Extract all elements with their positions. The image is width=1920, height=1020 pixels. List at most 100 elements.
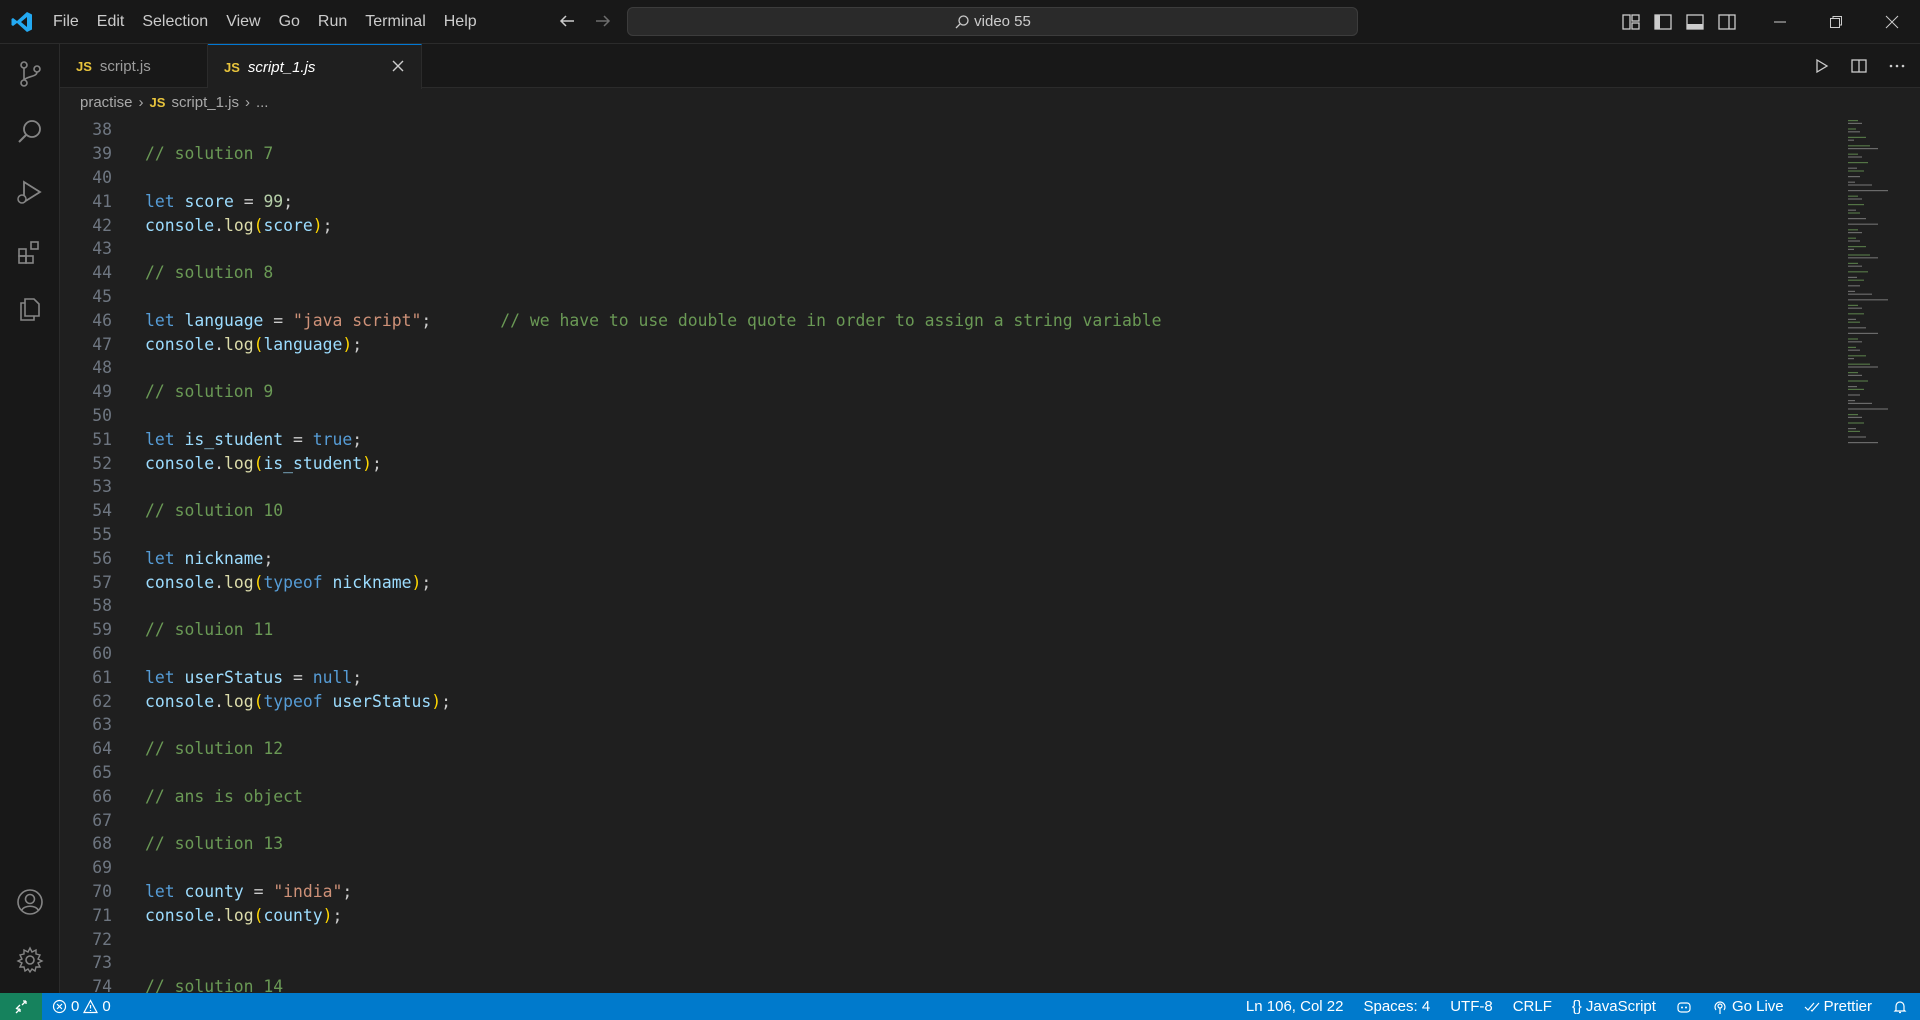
code-line[interactable]: 49 // solution 9 bbox=[60, 380, 273, 404]
code-line[interactable]: 59 // soluion 11 bbox=[60, 618, 273, 642]
code-line[interactable]: 68 // solution 13 bbox=[60, 832, 283, 856]
close-window-icon[interactable] bbox=[1864, 0, 1920, 44]
code-line[interactable]: 70 let county = "india"; bbox=[60, 880, 352, 904]
toggle-primary-sidebar-icon[interactable] bbox=[1652, 11, 1674, 33]
code-line[interactable]: 63 bbox=[60, 713, 112, 737]
minimap-line bbox=[1848, 388, 1864, 390]
line-number: 57 bbox=[92, 572, 112, 592]
minimap-line bbox=[1848, 276, 1857, 278]
code-line[interactable]: 69 bbox=[60, 856, 112, 880]
tab-script-1-js[interactable]: JS script_1.js bbox=[208, 44, 422, 89]
copilot-icon[interactable] bbox=[1676, 999, 1692, 1015]
extensions-button[interactable] bbox=[0, 224, 60, 280]
menu-go[interactable]: Go bbox=[270, 0, 309, 44]
code-line[interactable]: 46 let language = "java script"; // we ha… bbox=[60, 308, 1161, 332]
code-line[interactable]: 65 bbox=[60, 761, 112, 785]
activity-bar bbox=[0, 44, 60, 993]
code-line[interactable]: 58 bbox=[60, 594, 112, 618]
code-line[interactable]: 50 bbox=[60, 404, 112, 428]
toggle-panel-icon[interactable] bbox=[1684, 11, 1706, 33]
back-arrow-icon[interactable] bbox=[556, 10, 578, 32]
split-editor-icon[interactable] bbox=[1848, 55, 1870, 77]
menu-selection[interactable]: Selection bbox=[133, 0, 217, 44]
minimap-line bbox=[1848, 436, 1866, 438]
close-tab-icon[interactable] bbox=[389, 57, 407, 75]
notifications-bell-icon[interactable] bbox=[1892, 999, 1908, 1015]
breadcrumb-file[interactable]: script_1.js bbox=[171, 94, 239, 111]
code-line[interactable]: 54 // solution 10 bbox=[60, 499, 283, 523]
code-line[interactable]: 40 bbox=[60, 166, 112, 190]
explorer-button[interactable] bbox=[0, 280, 60, 336]
forward-arrow-icon[interactable] bbox=[592, 10, 614, 32]
code-line[interactable]: 52 console.log(is_student); bbox=[60, 451, 382, 475]
indentation[interactable]: Spaces: 4 bbox=[1363, 998, 1430, 1015]
cursor-position[interactable]: Ln 106, Col 22 bbox=[1246, 998, 1344, 1015]
minimap-line bbox=[1848, 204, 1864, 206]
line-number: 71 bbox=[92, 905, 112, 925]
end-of-line[interactable]: CRLF bbox=[1513, 998, 1552, 1015]
code-line[interactable]: 74 // solution 14 bbox=[60, 975, 283, 993]
menu-run[interactable]: Run bbox=[309, 0, 356, 44]
problems-indicator[interactable]: 0 0 bbox=[52, 993, 111, 1020]
menu-help[interactable]: Help bbox=[435, 0, 486, 44]
manage-button[interactable] bbox=[0, 932, 60, 988]
toggle-secondary-sidebar-icon[interactable] bbox=[1716, 11, 1738, 33]
code-line[interactable]: 45 bbox=[60, 285, 112, 309]
code-line[interactable]: 67 bbox=[60, 808, 112, 832]
minimap-line bbox=[1848, 198, 1862, 200]
code-line[interactable]: 62 console.log(typeof userStatus); bbox=[60, 689, 451, 713]
restore-icon[interactable] bbox=[1808, 0, 1864, 44]
minimap[interactable] bbox=[1846, 116, 1920, 456]
source-control-button[interactable] bbox=[0, 46, 60, 102]
code-line[interactable]: 41 let score = 99; bbox=[60, 189, 293, 213]
command-center-search[interactable]: video 55 bbox=[627, 7, 1358, 36]
menu-file[interactable]: File bbox=[44, 0, 88, 44]
minimap-line bbox=[1848, 128, 1856, 130]
minimap-line bbox=[1848, 190, 1888, 192]
code-line[interactable]: 71 console.log(county); bbox=[60, 903, 342, 927]
minimize-icon[interactable] bbox=[1752, 0, 1808, 44]
code-line[interactable]: 43 bbox=[60, 237, 112, 261]
code-line[interactable]: 66 // ans is object bbox=[60, 784, 303, 808]
code-line[interactable]: 56 let nickname; bbox=[60, 546, 273, 570]
line-code: console.log(typeof nickname); bbox=[145, 572, 432, 592]
code-line[interactable]: 47 console.log(language); bbox=[60, 332, 362, 356]
run-file-icon[interactable] bbox=[1810, 55, 1832, 77]
code-line[interactable]: 53 bbox=[60, 475, 112, 499]
code-line[interactable]: 73 bbox=[60, 951, 112, 975]
code-line[interactable]: 48 bbox=[60, 356, 112, 380]
language-mode[interactable]: {} JavaScript bbox=[1572, 998, 1656, 1015]
code-line[interactable]: 39 // solution 7 bbox=[60, 142, 273, 166]
code-line[interactable]: 57 console.log(typeof nickname); bbox=[60, 570, 431, 594]
line-number: 65 bbox=[92, 762, 112, 782]
code-line[interactable]: 38 bbox=[60, 118, 112, 142]
menu-edit[interactable]: Edit bbox=[88, 0, 134, 44]
search-button[interactable] bbox=[0, 104, 60, 160]
code-editor[interactable]: 38 39 // solution 7 40 41 let score = 99; 42 co… bbox=[60, 116, 1920, 993]
code-line[interactable]: 72 bbox=[60, 927, 112, 951]
code-line[interactable]: 44 // solution 8 bbox=[60, 261, 273, 285]
code-line[interactable]: 61 let userStatus = null; bbox=[60, 665, 362, 689]
double-check-icon bbox=[1804, 1002, 1820, 1012]
code-line[interactable]: 55 bbox=[60, 523, 112, 547]
customize-layout-icon[interactable] bbox=[1620, 11, 1642, 33]
code-line[interactable]: 64 // solution 12 bbox=[60, 737, 283, 761]
run-debug-button[interactable] bbox=[0, 164, 60, 220]
prettier-button[interactable]: Prettier bbox=[1804, 998, 1872, 1015]
tab-script-js[interactable]: JS script.js bbox=[60, 44, 208, 88]
breadcrumb-more[interactable]: ... bbox=[256, 94, 269, 111]
encoding[interactable]: UTF-8 bbox=[1450, 998, 1493, 1015]
remote-indicator-icon[interactable] bbox=[0, 993, 42, 1020]
code-line[interactable]: 60 bbox=[60, 642, 112, 666]
breadcrumb-folder[interactable]: practise bbox=[80, 94, 133, 111]
line-code: let county = "india"; bbox=[145, 881, 353, 901]
minimap-line bbox=[1848, 156, 1862, 158]
more-actions-icon[interactable] bbox=[1886, 55, 1908, 77]
go-live-button[interactable]: Go Live bbox=[1712, 998, 1784, 1015]
accounts-button[interactable] bbox=[0, 874, 60, 930]
code-line[interactable]: 51 let is_student = true; bbox=[60, 427, 362, 451]
menu-terminal[interactable]: Terminal bbox=[356, 0, 434, 44]
code-line[interactable]: 42 console.log(score); bbox=[60, 213, 332, 237]
menu-view[interactable]: View bbox=[217, 0, 269, 44]
minimap-line bbox=[1848, 232, 1862, 234]
